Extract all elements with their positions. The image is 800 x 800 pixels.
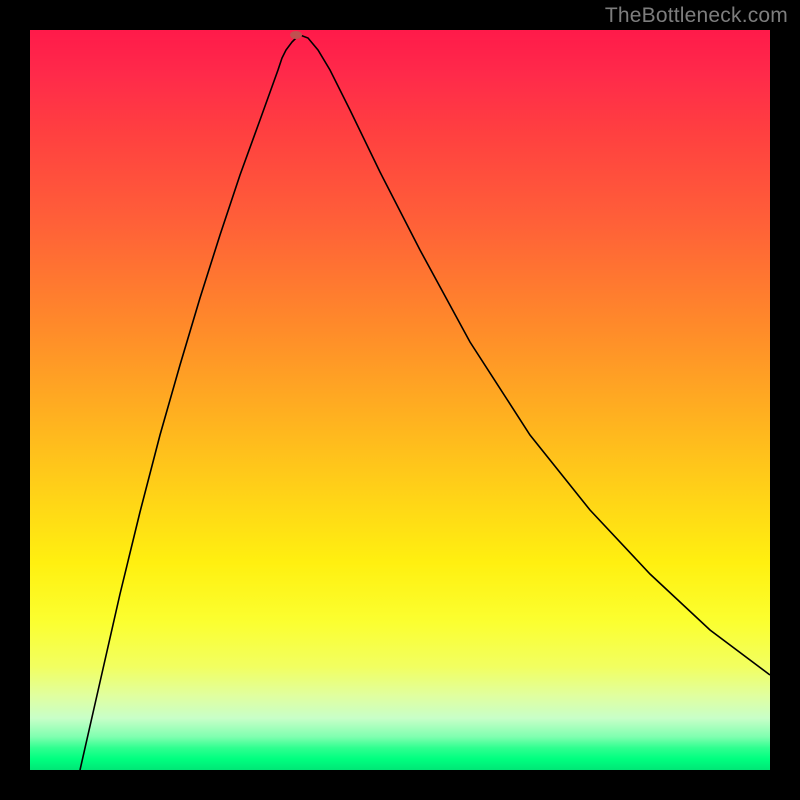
plot-area <box>30 30 770 770</box>
bottleneck-curve <box>80 35 770 770</box>
attribution-text: TheBottleneck.com <box>605 4 788 28</box>
curve-layer <box>30 30 770 770</box>
optimal-point-marker <box>290 31 302 39</box>
chart-frame: TheBottleneck.com <box>0 0 800 800</box>
